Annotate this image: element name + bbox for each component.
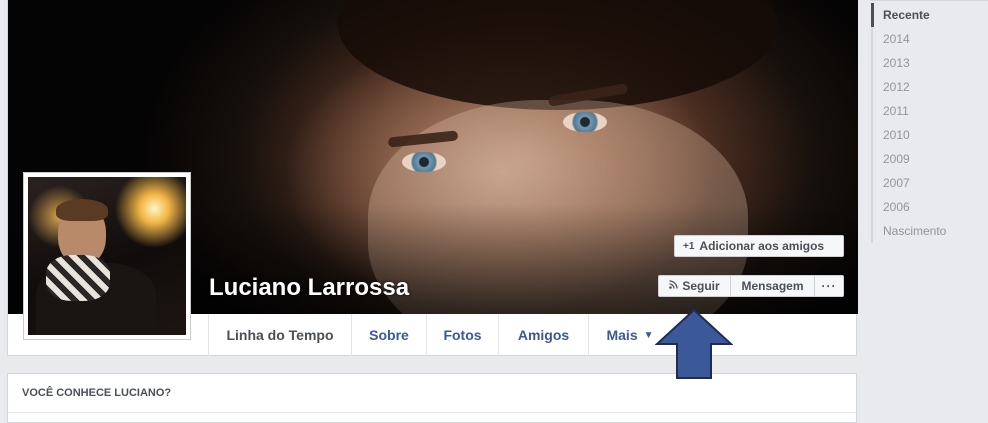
profile-picture[interactable] <box>23 172 191 340</box>
year-nav-item-recent[interactable]: Recente <box>871 3 988 27</box>
timeline-year-nav: Recente 2014 2013 2012 2011 2010 2009 20… <box>871 3 988 243</box>
year-nav-item-2010[interactable]: 2010 <box>871 123 988 147</box>
people-you-may-know-card: VOCÊ CONHECE LUCIANO? <box>7 373 857 423</box>
caret-down-icon: ▼ <box>643 329 654 341</box>
add-friend-label: Adicionar aos amigos <box>699 239 825 253</box>
more-options-button[interactable]: ··· <box>815 276 843 296</box>
year-nav-item-2006[interactable]: 2006 <box>871 195 988 219</box>
year-nav-item-2014[interactable]: 2014 <box>871 27 988 51</box>
year-nav-item-2009[interactable]: 2009 <box>871 147 988 171</box>
tab-about[interactable]: Sobre <box>352 314 427 356</box>
follow-button[interactable]: Seguir <box>659 276 731 296</box>
more-options-icon: ··· <box>821 279 837 293</box>
follow-label: Seguir <box>682 279 720 293</box>
year-nav-item-2011[interactable]: 2011 <box>871 99 988 123</box>
add-friend-icon: +1 <box>683 240 695 252</box>
profile-tabs: Linha do Tempo Sobre Fotos Amigos Mais ▼ <box>208 314 671 356</box>
year-nav-item-birth[interactable]: Nascimento <box>871 219 988 243</box>
add-friend-button[interactable]: +1 Adicionar aos amigos <box>674 235 844 257</box>
rss-icon <box>669 280 678 292</box>
tab-timeline[interactable]: Linha do Tempo <box>208 314 352 356</box>
tab-friends[interactable]: Amigos <box>499 314 589 356</box>
tab-photos[interactable]: Fotos <box>427 314 499 356</box>
up-arrow-annotation <box>655 308 733 379</box>
year-nav-item-2007[interactable]: 2007 <box>871 171 988 195</box>
profile-name[interactable]: Luciano Larrossa <box>209 274 409 302</box>
message-label: Mensagem <box>741 279 804 293</box>
message-button[interactable]: Mensagem <box>731 276 815 296</box>
profile-actions: Seguir Mensagem ··· <box>658 275 844 297</box>
year-nav-item-2013[interactable]: 2013 <box>871 51 988 75</box>
year-nav-item-2012[interactable]: 2012 <box>871 75 988 99</box>
profile-card: Luciano Larrossa +1 Adicionar aos amigos… <box>7 0 858 356</box>
